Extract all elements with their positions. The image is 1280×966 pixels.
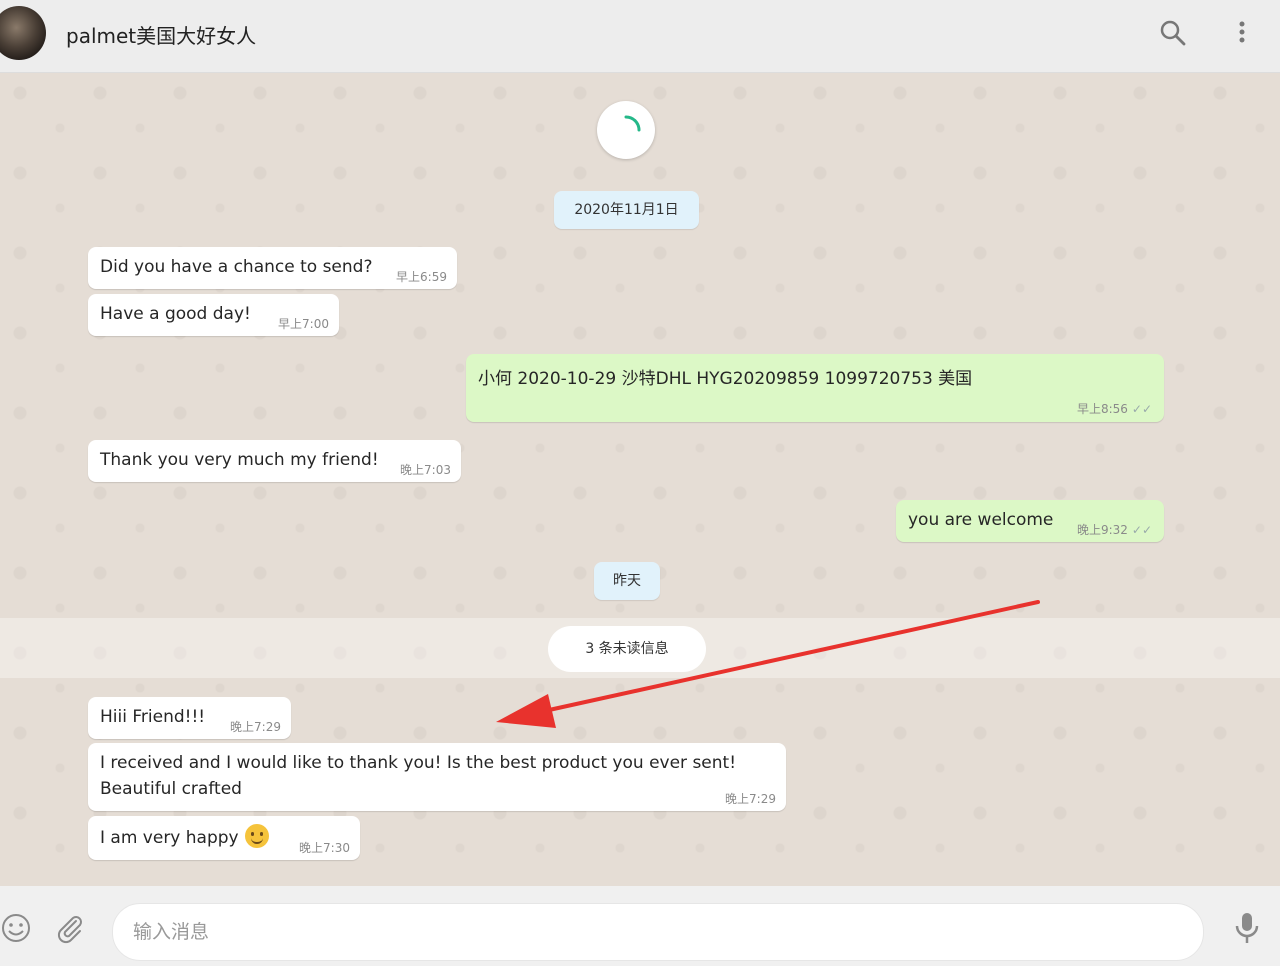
message-text: I am very happy (100, 828, 239, 848)
message-bubble-incoming[interactable]: I am very happy 晚上7:30 (88, 816, 360, 860)
message-bubble-outgoing[interactable]: you are welcome 晚上9:32 ✓✓ (896, 500, 1164, 542)
unread-messages-badge: 3 条未读信息 (548, 626, 706, 672)
message-bubble-incoming[interactable]: Hiii Friend!!! 晚上7:29 (88, 697, 291, 739)
message-text-wrap: I am very happy (100, 824, 269, 850)
message-time: 早上6:59 (396, 270, 447, 284)
date-divider: 昨天 (594, 562, 660, 600)
message-time: 晚上7:29 (725, 792, 776, 806)
smiling-face-emoji-icon (244, 824, 269, 848)
double-check-icon: ✓✓ (1131, 523, 1152, 537)
message-time: 晚上7:29 (230, 720, 281, 734)
message-time: 晚上9:32 (1076, 523, 1128, 537)
message-input[interactable] (131, 914, 1185, 950)
microphone-icon[interactable] (1232, 910, 1262, 950)
message-input-wrapper (112, 903, 1204, 961)
message-text: you are welcome (908, 510, 1054, 530)
message-time: 早上8:56 (1076, 402, 1128, 416)
double-check-icon: ✓✓ (1131, 402, 1152, 416)
message-time: 晚上7:30 (299, 841, 350, 855)
emoji-icon[interactable] (0, 912, 32, 948)
loading-spinner (597, 101, 655, 159)
message-text-line-2: Beautiful crafted (100, 779, 242, 799)
chat-header: palmet美国大好女人 (0, 0, 1280, 73)
contact-avatar[interactable] (0, 6, 46, 60)
message-text: 小何 2020-10-29 沙特DHL HYG20209859 10997207… (478, 369, 973, 389)
message-time: 早上7:00 (278, 317, 329, 331)
contact-name[interactable]: palmet美国大好女人 (66, 20, 256, 49)
menu-icon[interactable] (1228, 18, 1258, 48)
message-meta: 早上8:56 ✓✓ (1077, 400, 1152, 417)
message-meta: 晚上9:32 ✓✓ (1077, 521, 1152, 538)
message-text: Have a good day! (100, 304, 251, 324)
message-text: Did you have a chance to send? (100, 257, 373, 277)
message-bubble-outgoing[interactable]: 小何 2020-10-29 沙特DHL HYG20209859 10997207… (466, 354, 1164, 422)
message-text: I received and I would like to thank you… (100, 753, 737, 773)
message-bubble-incoming[interactable]: Thank you very much my friend! 晚上7:03 (88, 440, 461, 482)
search-icon[interactable] (1158, 18, 1188, 48)
message-time: 晚上7:03 (400, 463, 451, 477)
message-text: Thank you very much my friend! (100, 450, 379, 470)
message-bubble-incoming[interactable]: Did you have a chance to send? 早上6:59 (88, 247, 457, 289)
message-text: Hiii Friend!!! (100, 707, 206, 727)
message-bubble-incoming[interactable]: Have a good day! 早上7:00 (88, 294, 339, 336)
paperclip-icon[interactable] (54, 912, 86, 948)
message-bubble-incoming[interactable]: I received and I would like to thank you… (88, 743, 786, 811)
date-divider: 2020年11月1日 (554, 191, 699, 229)
